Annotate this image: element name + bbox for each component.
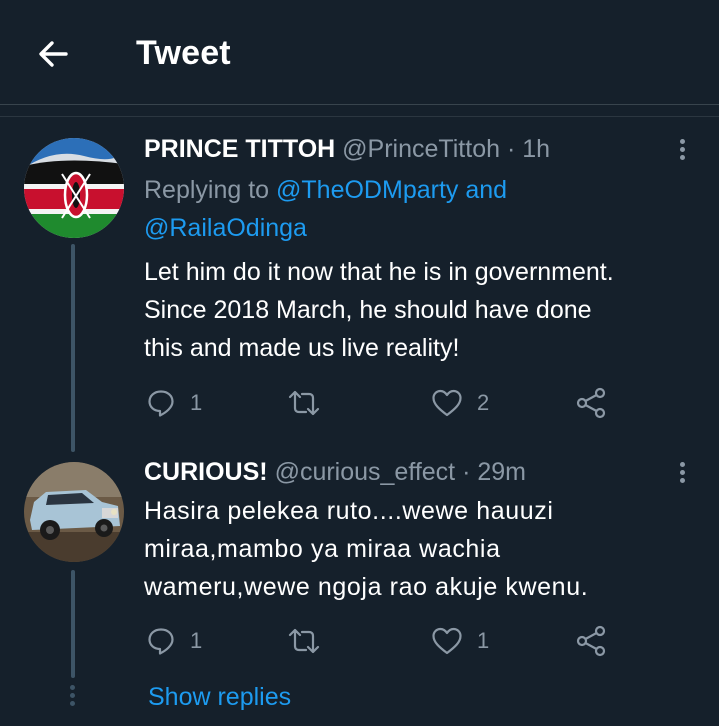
replying-to-label: Replying to — [144, 176, 270, 204]
thread-connector — [71, 244, 75, 452]
tweet-text: Hasira pelekea ruto....wewe hauuzi miraa… — [144, 492, 704, 606]
heart-icon — [432, 389, 462, 417]
mention-link[interactable]: @RailaOdinga — [144, 214, 307, 242]
like-count: 2 — [477, 390, 490, 415]
share-button[interactable] — [574, 385, 608, 421]
page-title: Tweet — [136, 34, 231, 72]
top-bar: Tweet — [0, 0, 719, 104]
like-button[interactable]: 2 — [431, 385, 489, 421]
like-button[interactable]: 1 — [431, 623, 489, 659]
avatar[interactable] — [24, 138, 124, 238]
section-divider — [0, 116, 719, 117]
separator-dot: · — [462, 458, 471, 486]
arrow-left-icon — [39, 41, 68, 67]
tweet-text-line: miraa,mambo ya miraa wachia — [144, 535, 501, 563]
retweet-button[interactable] — [286, 623, 336, 659]
replying-to: Replying to @TheODMparty and @RailaOding… — [144, 171, 507, 247]
tweet-header: CURIOUS! @curious_effect · 29m — [144, 458, 526, 487]
mention-link[interactable]: @TheODMparty — [276, 176, 458, 204]
retweet-button[interactable] — [286, 385, 336, 421]
header-divider — [0, 104, 719, 105]
more-dots-icon — [668, 139, 696, 160]
share-button[interactable] — [574, 623, 608, 659]
mention-and[interactable]: and — [465, 176, 507, 204]
tweet-header: PRINCE TITTOH @PrinceTittoh · 1h — [144, 135, 550, 164]
back-button[interactable] — [32, 32, 76, 76]
reply-button[interactable]: 1 — [146, 385, 202, 421]
tweet-text-line: wameru,wewe ngoja rao akuje kwenu. — [144, 573, 589, 601]
tweet-text-line: Hasira pelekea ruto....wewe hauuzi — [144, 497, 554, 525]
display-name[interactable]: CURIOUS! — [144, 458, 268, 486]
tweet-text-line: this and made us live reality! — [144, 334, 460, 362]
user-handle[interactable]: @PrinceTittoh — [342, 135, 500, 163]
thread-ellipsis-icon — [70, 685, 76, 709]
kenya-flag-avatar — [24, 138, 124, 238]
tweet-text: Let him do it now that he is in governme… — [144, 253, 704, 367]
reply-button[interactable]: 1 — [146, 623, 202, 659]
heart-icon — [432, 627, 462, 655]
timestamp[interactable]: 29m — [477, 458, 526, 486]
show-replies-link[interactable]: Show replies — [148, 683, 291, 712]
tweet-text-line: Let him do it now that he is in governme… — [144, 258, 614, 286]
retweet-icon — [288, 390, 320, 416]
car-photo-avatar — [24, 462, 124, 562]
reply-count: 1 — [190, 628, 203, 653]
share-icon — [576, 625, 606, 657]
tweet-text-line: Since 2018 March, he should have done — [144, 296, 592, 324]
display-name[interactable]: PRINCE TITTOH — [144, 135, 335, 163]
retweet-icon — [288, 628, 320, 654]
separator-dot: · — [506, 135, 516, 163]
reply-count: 1 — [190, 390, 203, 415]
share-icon — [576, 387, 606, 419]
more-options-button[interactable] — [668, 459, 696, 489]
thread-connector — [71, 570, 75, 678]
comment-icon — [148, 628, 174, 655]
more-dots-icon — [668, 462, 696, 483]
avatar[interactable] — [24, 462, 124, 562]
like-count: 1 — [477, 628, 490, 653]
more-options-button[interactable] — [668, 136, 696, 166]
timestamp[interactable]: 1h — [522, 135, 550, 163]
user-handle[interactable]: @curious_effect — [275, 458, 456, 486]
comment-icon — [148, 390, 174, 417]
